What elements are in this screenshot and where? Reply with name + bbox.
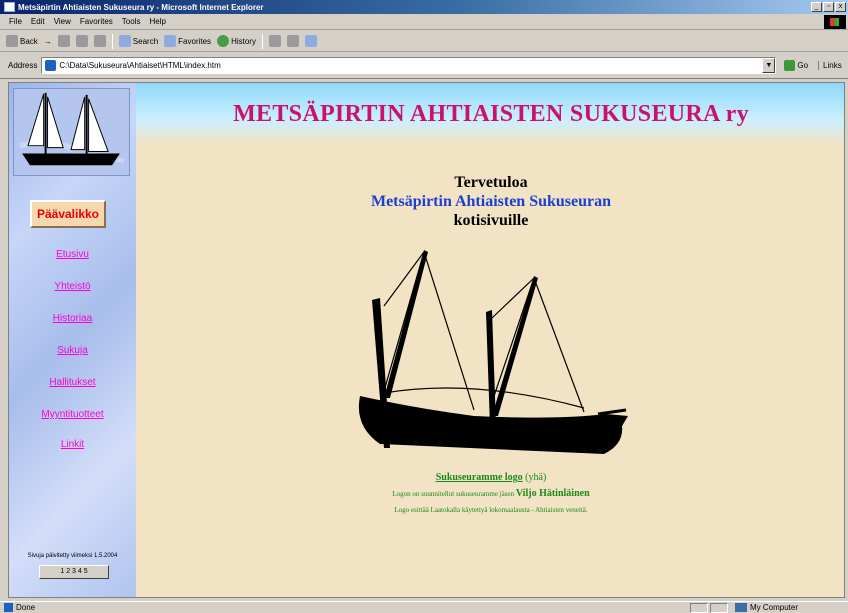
page-done-icon [4, 603, 13, 612]
page-banner: METSÄPIRTIN AHTIAISTEN SUKUSEURA ry [136, 83, 844, 145]
search-button[interactable]: Search [118, 35, 159, 47]
maximize-button[interactable]: ▫ [823, 2, 834, 12]
menu-view[interactable]: View [54, 17, 71, 26]
designer-name: Viljo Hätinläinen [515, 488, 590, 499]
mail-button[interactable] [268, 35, 281, 47]
logo-caption: Sukuseuramme logo (yhä) [136, 472, 844, 483]
address-bar: Address C:\Data\Sukuseura\Ahtiaiset\HTML… [0, 53, 848, 79]
page-title: METSÄPIRTIN AHTIAISTEN SUKUSEURA ry [233, 100, 749, 127]
welcome-line-1: Tervetuloa [454, 174, 528, 191]
sidebar-link-sukuja[interactable]: Sukuja [9, 345, 136, 356]
print-icon [286, 35, 299, 47]
my-computer-icon [735, 603, 747, 612]
zone-label: My Computer [750, 603, 799, 612]
toolbar-separator [111, 33, 113, 49]
back-button[interactable]: Back [6, 35, 38, 47]
menu-tools[interactable]: Tools [122, 17, 141, 26]
mail-icon [268, 35, 281, 47]
main-menu-button[interactable]: Päävalikko [30, 200, 106, 228]
window-title: Metsäpirtin Ahtiaisten Sukuseura ry - Mi… [18, 2, 264, 12]
sidebar-link-etusivu[interactable]: Etusivu [9, 249, 136, 260]
home-button[interactable] [93, 35, 106, 47]
ie-window-icon [4, 2, 15, 12]
forward-arrow-icon: → [43, 36, 52, 46]
title-bar: Metsäpirtin Ahtiaisten Sukuseura ry - Mi… [0, 0, 848, 14]
sidebar-link-yhteisto[interactable]: Yhteistö [9, 281, 136, 292]
logo-link-suffix: (yhä) [525, 472, 547, 483]
back-arrow-icon [6, 35, 18, 47]
favorites-button[interactable]: Favorites [164, 35, 211, 47]
welcome-heading: Tervetuloa Metsäpirtin Ahtiaisten Sukuse… [136, 173, 844, 230]
standard-toolbar: Back → Search Favorites History [0, 31, 848, 52]
stop-icon [57, 35, 70, 47]
status-panes [690, 603, 728, 613]
windows-logo-icon [824, 15, 846, 29]
ship-silhouette-image [358, 250, 628, 454]
stop-button[interactable] [57, 35, 70, 47]
address-dropdown-icon[interactable]: ▼ [762, 58, 776, 73]
forward-button[interactable]: → [44, 37, 52, 46]
address-label: Address [8, 61, 38, 70]
status-message: Done [4, 603, 35, 612]
status-pane [690, 603, 708, 613]
refresh-icon [75, 35, 88, 47]
welcome-line-2: Metsäpirtin Ahtiaisten Sukuseuran [370, 193, 612, 210]
logo-link[interactable]: Sukuseuramme logo [436, 472, 523, 483]
toolbar-separator [261, 33, 263, 49]
home-icon [93, 35, 106, 47]
edit-button[interactable] [304, 35, 317, 47]
sidebar-link-linkit[interactable]: Linkit [9, 439, 136, 450]
minimize-button[interactable]: _ [811, 2, 822, 12]
sidebar: Päävalikko Etusivu Yhteistö Historiaa Su… [9, 83, 136, 597]
refresh-button[interactable] [75, 35, 88, 47]
favorites-label: Favorites [178, 36, 212, 46]
sailboat-logo [13, 88, 130, 176]
last-updated-text: Sivuja päivitetty viimeksi 1.5.2004 [27, 553, 118, 559]
history-label: History [231, 36, 256, 46]
sidebar-link-historiaa[interactable]: Historiaa [9, 313, 136, 324]
close-button[interactable]: x [835, 2, 846, 12]
security-zone: My Computer [735, 603, 798, 612]
welcome-line-3: kotisivuille [453, 212, 529, 229]
page-icon [45, 60, 57, 71]
favorites-icon [164, 35, 177, 47]
menu-favorites[interactable]: Favorites [80, 17, 113, 26]
web-page: Päävalikko Etusivu Yhteistö Historiaa Su… [8, 82, 845, 598]
logo-description-text: Logo esittää Laatokalla käytettyä lokoma… [394, 506, 588, 514]
status-text: Done [16, 603, 36, 612]
window-controls: _ ▫ x [811, 2, 846, 12]
logo-designer-text: Logon on suunnitellut sukuseuramme jäsen… [136, 488, 844, 499]
print-button[interactable] [286, 35, 299, 47]
go-arrow-icon [784, 60, 796, 71]
sailboat-logo-icon [14, 89, 129, 175]
designer-prefix: Logon on suunnitellut sukuseuramme jäsen [392, 490, 515, 498]
go-button[interactable]: Go [784, 60, 808, 71]
menu-help[interactable]: Help [149, 17, 165, 26]
links-button[interactable]: Links [818, 61, 842, 70]
address-value: C:\Data\Sukuseura\Ahtiaiset\HTML\index.h… [59, 61, 221, 70]
edit-icon [304, 35, 317, 47]
go-label: Go [797, 61, 809, 70]
back-label: Back [20, 36, 38, 46]
status-bar: Done My Computer [0, 601, 848, 613]
menu-bar: File Edit View Favorites Tools Help [0, 14, 848, 30]
search-icon [118, 35, 131, 47]
history-icon [217, 35, 230, 47]
sidebar-link-hallitukset[interactable]: Hallitukset [9, 377, 136, 388]
sidebar-link-myyntituotteet[interactable]: Myyntituotteet [9, 409, 136, 420]
history-button[interactable]: History [217, 35, 256, 47]
address-input[interactable]: C:\Data\Sukuseura\Ahtiaiset\HTML\index.h… [41, 57, 777, 74]
menu-file[interactable]: File [9, 17, 22, 26]
search-label: Search [132, 36, 159, 46]
status-pane [710, 603, 728, 613]
menu-edit[interactable]: Edit [31, 17, 45, 26]
visitor-counter: 1 2 3 4 5 [39, 565, 109, 579]
